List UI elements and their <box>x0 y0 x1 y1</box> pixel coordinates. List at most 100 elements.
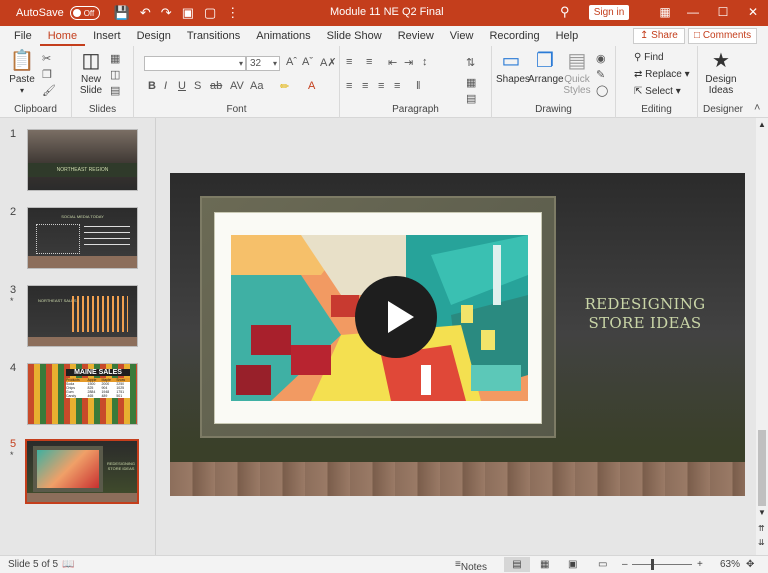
slide-thumbnail-3[interactable]: NORTHEAST SALES <box>27 285 138 347</box>
zoom-out-icon[interactable]: – <box>622 559 628 570</box>
thumb5-title: REDESIGNING STORE IDEAS <box>106 461 135 471</box>
tab-insert[interactable]: Insert <box>85 26 129 46</box>
design-ideas-button[interactable]: ★ Design Ideas <box>704 50 738 96</box>
autosave-toggle[interactable]: Off <box>69 6 100 20</box>
video-thumbnail[interactable] <box>231 235 528 401</box>
tab-recording[interactable]: Recording <box>481 26 547 46</box>
change-case-icon[interactable]: Aa <box>250 80 263 92</box>
next-slide-icon[interactable]: ⇊ <box>758 538 765 547</box>
zoom-level[interactable]: 63% <box>720 559 740 570</box>
normal-view-icon[interactable]: ▤ <box>504 557 530 572</box>
previous-slide-icon[interactable]: ⇈ <box>758 524 765 533</box>
slide-thumbnail-1[interactable]: NORTHEAST REGION <box>27 129 138 191</box>
shapes-button[interactable]: ▭ Shapes <box>496 50 530 85</box>
present-icon[interactable]: ▣ <box>182 5 194 21</box>
minimize-icon[interactable]: — <box>678 0 708 26</box>
format-painter-icon[interactable]: 🖌 <box>42 84 56 97</box>
fit-to-window-icon[interactable]: ✥ <box>746 559 754 570</box>
align-left-icon[interactable]: ≡ <box>346 80 352 92</box>
increase-font-icon[interactable]: Aˆ <box>286 56 297 68</box>
undo-icon[interactable]: ↶ <box>140 5 151 21</box>
touch-mode-icon[interactable]: ▢ <box>204 5 216 21</box>
text-direction-icon[interactable]: ⇅ <box>466 56 475 69</box>
shape-fill-icon[interactable]: ◉ <box>596 52 606 65</box>
spelling-icon[interactable]: 📖 <box>62 559 74 570</box>
align-center-icon[interactable]: ≡ <box>362 80 368 92</box>
highlight-icon[interactable]: ✏ <box>280 80 289 93</box>
columns-icon[interactable]: ‖ <box>416 80 421 92</box>
replace-button[interactable]: ⇄ Replace ▾ <box>634 69 690 80</box>
slide-thumbnail-4[interactable]: MAINE SALES Products Apple Maple Snow So… <box>27 363 138 425</box>
video-play-button[interactable] <box>355 276 437 358</box>
bullets-icon[interactable]: ≡ <box>346 56 352 68</box>
decrease-font-icon[interactable]: Aˇ <box>302 56 313 68</box>
cut-icon[interactable]: ✂ <box>42 52 51 65</box>
tab-review[interactable]: Review <box>390 26 442 46</box>
zoom-slider[interactable] <box>632 564 692 565</box>
line-spacing-icon[interactable]: ↕ <box>422 56 428 68</box>
shape-effects-icon[interactable]: ◯ <box>596 84 608 97</box>
paste-button[interactable]: 📋 Paste ▾ <box>6 50 38 96</box>
quick-styles-button[interactable]: ▤ Quick Styles <box>562 50 592 96</box>
tab-animations[interactable]: Animations <box>248 26 318 46</box>
slide-thumbnail-2[interactable]: SOCIAL MEDIA TODAY <box>27 207 138 269</box>
tab-transitions[interactable]: Transitions <box>179 26 248 46</box>
strikethrough-icon[interactable]: ab <box>210 80 222 92</box>
select-button[interactable]: ⇱ Select ▾ <box>634 86 681 97</box>
notes-button[interactable]: ≡ Notes <box>455 559 487 573</box>
shape-outline-icon[interactable]: ✎ <box>596 68 605 81</box>
zoom-in-icon[interactable]: + <box>697 559 703 570</box>
tab-design[interactable]: Design <box>129 26 179 46</box>
tab-home[interactable]: Home <box>39 26 86 46</box>
new-slide-button[interactable]: ◫ New Slide <box>76 50 106 96</box>
collapse-ribbon-icon[interactable]: ˄ <box>754 102 760 114</box>
tab-file[interactable]: File <box>6 26 40 46</box>
search-icon[interactable]: ⚲ <box>560 4 570 20</box>
share-button[interactable]: ↥ Share <box>633 28 685 44</box>
justify-icon[interactable]: ≡ <box>394 80 400 92</box>
clear-formatting-icon[interactable]: A✗ <box>320 56 337 69</box>
comments-button[interactable]: □ Comments <box>688 28 758 44</box>
slide-title[interactable]: REDESIGNING STORE IDEAS <box>570 295 720 333</box>
current-slide[interactable]: REDESIGNING STORE IDEAS <box>170 173 745 496</box>
redo-icon[interactable]: ↷ <box>161 5 172 21</box>
char-spacing-icon[interactable]: AV <box>230 80 244 92</box>
scroll-up-icon[interactable]: ▲ <box>758 120 766 129</box>
vertical-scrollbar[interactable]: ▲ ▼ ⇈ ⇊ <box>756 118 768 555</box>
tab-view[interactable]: View <box>442 26 482 46</box>
align-right-icon[interactable]: ≡ <box>378 80 384 92</box>
sign-in-button[interactable]: Sign in <box>589 5 629 20</box>
font-color-icon[interactable]: A <box>308 80 315 92</box>
reading-view-icon[interactable]: ▣ <box>568 559 577 570</box>
underline-icon[interactable]: U <box>178 80 186 92</box>
decrease-indent-icon[interactable]: ⇤ <box>388 56 397 69</box>
reset-icon[interactable]: ◫ <box>110 68 120 81</box>
shadow-icon[interactable]: S <box>194 80 201 92</box>
tab-help[interactable]: Help <box>548 26 587 46</box>
maximize-icon[interactable]: ☐ <box>708 0 738 26</box>
bold-icon[interactable]: B <box>148 80 156 92</box>
scroll-thumb[interactable] <box>758 430 766 506</box>
numbering-icon[interactable]: ≡ <box>366 56 372 68</box>
font-name-box[interactable]: ▾ <box>144 56 246 71</box>
toggle-knob <box>72 9 81 17</box>
increase-indent-icon[interactable]: ⇥ <box>404 56 413 69</box>
scroll-down-icon[interactable]: ▼ <box>758 508 766 517</box>
slideshow-view-icon[interactable]: ▭ <box>598 559 607 570</box>
save-icon[interactable]: 💾 <box>114 5 130 21</box>
italic-icon[interactable]: I <box>164 80 167 92</box>
slide-sorter-icon[interactable]: ▦ <box>540 559 549 570</box>
find-button[interactable]: ⚲ Find <box>634 52 664 63</box>
section-icon[interactable]: ▤ <box>110 84 120 97</box>
layout-icon[interactable]: ▦ <box>110 52 120 65</box>
copy-icon[interactable]: ❐ <box>42 68 52 81</box>
ribbon-display-icon[interactable]: ▦ <box>652 0 678 26</box>
font-size-box[interactable]: 32 ▾ <box>246 56 280 71</box>
tab-slide-show[interactable]: Slide Show <box>319 26 390 46</box>
align-text-icon[interactable]: ▦ <box>466 76 476 89</box>
slide-thumbnail-5[interactable]: REDESIGNING STORE IDEAS <box>25 439 139 504</box>
close-icon[interactable]: ✕ <box>738 0 768 26</box>
zoom-slider-thumb[interactable] <box>651 559 654 570</box>
arrange-button[interactable]: ❐ Arrange <box>528 50 564 85</box>
customize-qat-icon[interactable]: ⋮ <box>226 5 239 21</box>
